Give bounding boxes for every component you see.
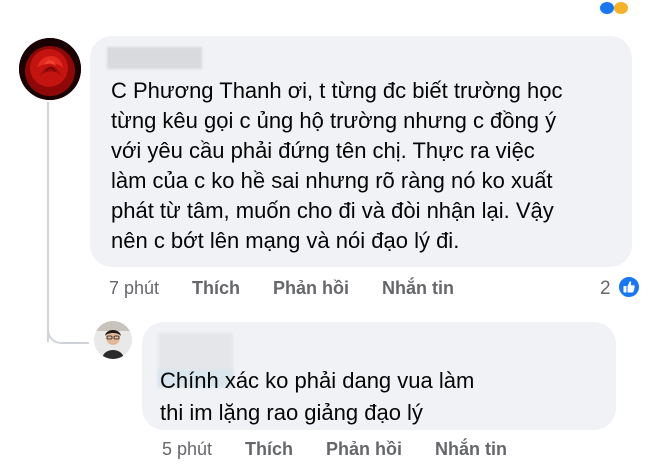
thread-elbow <box>47 320 89 344</box>
reaction-count[interactable]: 2 <box>600 278 611 300</box>
thread-line <box>47 102 49 342</box>
reply-timestamp[interactable]: 5 phút <box>162 439 212 460</box>
reply-like-button[interactable]: Thích <box>245 439 293 460</box>
thumbs-up-icon <box>623 281 635 293</box>
rose-avatar-icon <box>19 38 81 100</box>
reply-text: Chính xác ko phải dang vua làm thi im lặ… <box>160 368 475 425</box>
comment-reply-button[interactable]: Phản hồi <box>273 278 349 299</box>
reply-message-button[interactable]: Nhắn tin <box>435 439 507 460</box>
comment-message-button[interactable]: Nhắn tin <box>382 278 454 299</box>
commenter-name-blurred[interactable] <box>107 47 202 69</box>
like-icon[interactable] <box>617 275 641 299</box>
person-avatar-icon <box>94 321 132 359</box>
comment-like-button[interactable]: Thích <box>192 278 240 299</box>
replier-avatar[interactable] <box>94 321 132 359</box>
comment-text: C Phương Thanh ơi, t từng đc biết trường… <box>111 78 563 253</box>
top-cropped-bar <box>0 0 660 18</box>
comment-timestamp[interactable]: 7 phút <box>109 278 159 299</box>
haha-reaction-icon <box>614 2 628 14</box>
like-reaction-icon <box>600 2 614 14</box>
top-reaction-icons <box>600 2 636 14</box>
commenter-avatar[interactable] <box>19 38 81 100</box>
reply-reply-button[interactable]: Phản hồi <box>326 439 402 460</box>
